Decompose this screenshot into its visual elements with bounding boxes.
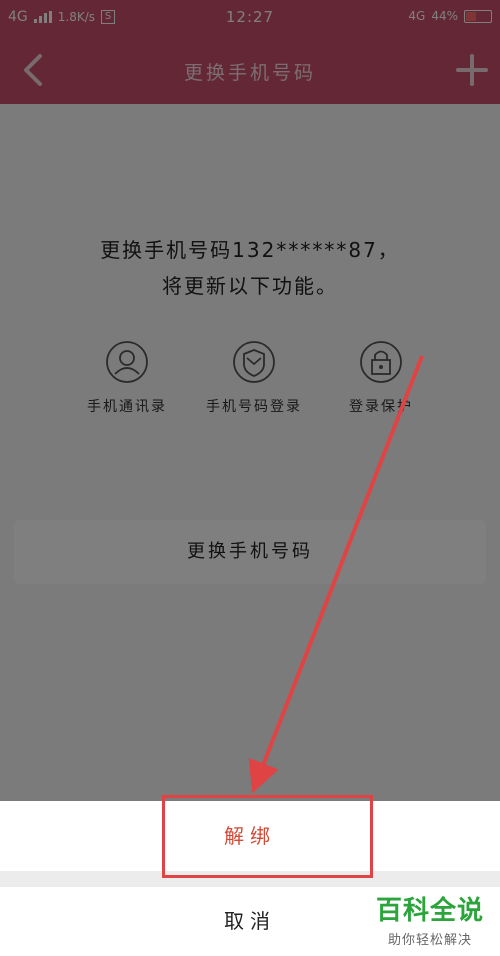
watermark-subtitle: 助你轻松解决 [387,933,472,948]
highlight-box [162,795,373,878]
watermark-title: 百科全说 [375,896,484,926]
watermark: 百科全说 助你轻松解决 [374,890,486,948]
